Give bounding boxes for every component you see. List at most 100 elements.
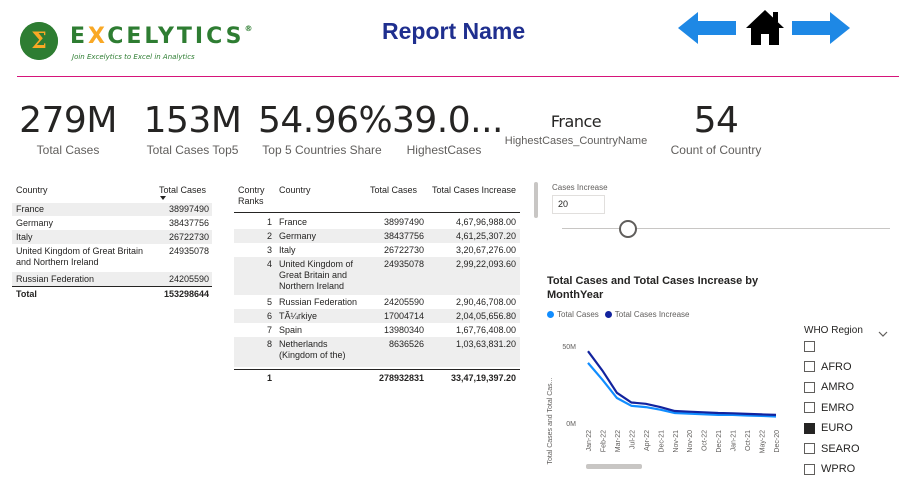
cell-total-cases: 38997490 xyxy=(383,217,424,227)
x-tick-label: Nov-20 xyxy=(687,430,694,453)
region-option-afro[interactable]: AFRO xyxy=(804,357,894,378)
y-axis-title: Total Cases and Total Cas... xyxy=(547,377,554,464)
svg-text:Σ: Σ xyxy=(31,28,47,54)
table-row[interactable]: 7 Spain 13980340 1,67,76,408.00 xyxy=(234,323,520,337)
cell-total-cases: 38437756 xyxy=(383,231,424,241)
cell-total-cases: 38997490 xyxy=(168,204,209,214)
cell-country: Italy xyxy=(279,245,296,255)
x-tick-label: Oct-21 xyxy=(745,430,752,451)
checkbox[interactable] xyxy=(804,402,815,414)
cell-increase: 1,03,63,831.20 xyxy=(455,339,516,349)
cell-country: Spain xyxy=(279,325,303,335)
table-total-row: Total 153298644 xyxy=(12,286,212,300)
horizontal-scrollbar[interactable] xyxy=(586,464,642,469)
scrollbar[interactable] xyxy=(534,182,538,218)
table-total-row: 1 278932831 33,47,19,397.20 xyxy=(234,369,520,385)
cell-total-cases: 13980340 xyxy=(383,325,424,335)
column-header-total-cases[interactable]: Total Cases xyxy=(159,185,206,195)
table-row[interactable]: 5 Russian Federation 24205590 2,90,46,70… xyxy=(234,295,520,309)
report-title: Report Name xyxy=(382,18,526,44)
cell-increase: 1,67,76,408.00 xyxy=(455,325,516,335)
cell-rank: 1 xyxy=(266,217,272,227)
table-row[interactable]: 8 Netherlands (Kingdom of the) 8636526 1… xyxy=(234,337,520,367)
chart-legend: Total Cases Total Cases Increase xyxy=(547,310,690,319)
total-increase: 33,47,19,397.20 xyxy=(450,373,516,383)
table-row[interactable]: 4 United Kingdom of Great Britain and No… xyxy=(234,257,520,295)
checkbox[interactable] xyxy=(804,463,815,475)
region-option-searo[interactable]: SEARO xyxy=(804,439,894,460)
table-row[interactable]: Germany 38437756 xyxy=(12,216,212,230)
cell-country: Germany xyxy=(16,218,54,228)
table-row[interactable]: Russian Federation 24205590 xyxy=(12,272,212,286)
checkbox[interactable] xyxy=(804,443,815,455)
table-row[interactable]: France 38997490 xyxy=(12,203,212,216)
checkbox[interactable] xyxy=(804,340,815,352)
table-row[interactable]: Italy 26722730 xyxy=(12,230,212,244)
cell-increase: 3,20,67,276.00 xyxy=(455,245,516,255)
region-option-emro[interactable]: EMRO xyxy=(804,398,894,419)
arrow-left-icon xyxy=(678,12,736,44)
column-header-total-cases-increase[interactable]: Total Cases Increase xyxy=(432,185,516,195)
x-tick-label: Mar-22 xyxy=(615,430,622,452)
excelytics-logo-mark: Σ xyxy=(20,22,58,60)
checkbox-checked[interactable] xyxy=(804,422,815,434)
kpi-label: HighestCases_CountryName xyxy=(504,135,648,147)
cases-increase-input[interactable]: 20 xyxy=(552,195,605,214)
region-label: AFRO xyxy=(821,360,852,373)
cell-rank: 3 xyxy=(266,245,272,255)
cell-country: United Kingdom of Great Britain and Nort… xyxy=(16,246,144,267)
table-row[interactable]: United Kingdom of Great Britain and Nort… xyxy=(12,244,212,270)
legend-item-total-cases-increase[interactable]: Total Cases Increase xyxy=(604,310,690,319)
cell-rank: 2 xyxy=(266,231,272,241)
table-row[interactable]: 6 TÃ¼rkiye 17004714 2,04,05,656.80 xyxy=(234,309,520,323)
region-list: AFRO AMRO EMRO EURO SEARO WPRO xyxy=(804,336,894,480)
total-rank: 1 xyxy=(266,373,272,383)
slider-handle[interactable] xyxy=(619,220,637,238)
total-cases: 278932831 xyxy=(378,373,424,383)
kpi-label: Top 5 Countries Share xyxy=(262,143,382,157)
header-divider xyxy=(17,76,899,77)
cell-total-cases: 17004714 xyxy=(383,311,424,321)
chart-title: Total Cases and Total Cases Increase by … xyxy=(547,275,759,301)
cell-increase: 2,99,22,093.60 xyxy=(455,259,516,269)
cell-country: Russian Federation xyxy=(16,274,95,284)
cell-country: Italy xyxy=(16,232,33,242)
region-option-wpro[interactable]: WPRO xyxy=(804,459,894,480)
series-line-total-cases[interactable] xyxy=(587,362,777,418)
slider-track[interactable] xyxy=(562,228,890,229)
kpi-value: 279M xyxy=(19,100,117,141)
region-label: WPRO xyxy=(821,463,856,476)
cell-rank: 5 xyxy=(266,297,272,307)
total-label: Total xyxy=(16,289,37,299)
country-ranks-table: Contry Ranks Country Total Cases Total C… xyxy=(234,182,520,386)
region-option-amro[interactable]: AMRO xyxy=(804,377,894,398)
x-tick-label: Jan-22 xyxy=(586,430,593,452)
region-option-blank[interactable] xyxy=(804,336,894,357)
region-option-euro[interactable]: EURO xyxy=(804,418,894,439)
series-line-total-cases-increase[interactable] xyxy=(587,350,777,416)
kpi-highest-cases: 39.0... HighestCases xyxy=(392,100,504,157)
home-icon xyxy=(746,10,784,45)
column-header-country[interactable]: Country xyxy=(279,185,311,195)
home-button[interactable] xyxy=(744,8,786,50)
kpi-highest-country: France HighestCases_CountryName xyxy=(500,112,652,147)
forward-arrow-button[interactable] xyxy=(792,12,850,48)
kpi-total-cases-top5: 153M Total Cases Top5 xyxy=(140,100,245,157)
x-axis: Jan-22 Feb-22 Mar-22 Jul-22 Apr-22 Dec-21 Nov-… xyxy=(586,430,781,453)
column-header-country[interactable]: Country xyxy=(16,185,48,195)
back-arrow-button[interactable] xyxy=(678,12,736,48)
checkbox[interactable] xyxy=(804,361,815,373)
kpi-top5-share: 54.96% Top 5 Countries Share xyxy=(258,100,393,157)
cell-total-cases: 38437756 xyxy=(168,218,209,228)
checkbox[interactable] xyxy=(804,381,815,393)
column-header-rank[interactable]: Contry Ranks xyxy=(238,185,272,207)
cell-total-cases: 24205590 xyxy=(383,297,424,307)
slicer-title: Cases Increase xyxy=(552,183,608,192)
kpi-country-count: 54 Count of Country xyxy=(666,100,766,157)
table-row[interactable]: 1 France 38997490 4,67,96,988.00 xyxy=(234,215,520,229)
column-header-total-cases[interactable]: Total Cases xyxy=(370,185,417,195)
kpi-value: France xyxy=(550,112,602,131)
legend-item-total-cases[interactable]: Total Cases xyxy=(547,310,599,319)
table-row[interactable]: 2 Germany 38437756 4,61,25,307.20 xyxy=(234,229,520,243)
table-row[interactable]: 3 Italy 26722730 3,20,67,276.00 xyxy=(234,243,520,257)
